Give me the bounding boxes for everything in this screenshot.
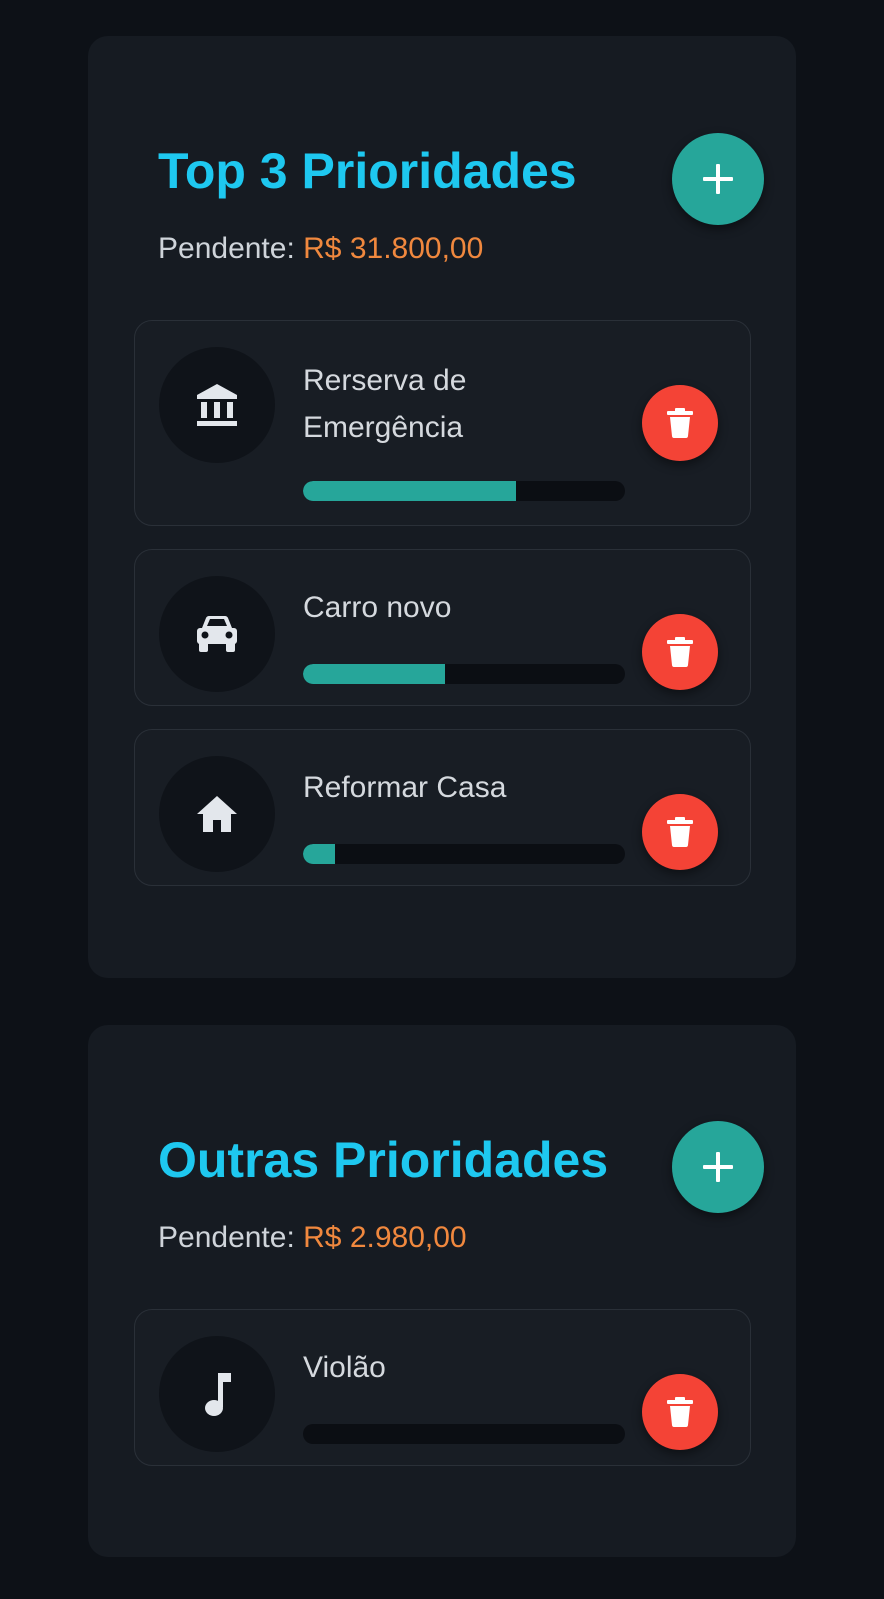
top-goal-list: Rerserva de Emergência Carro novo Reform… bbox=[134, 320, 751, 909]
goal-progress-fill bbox=[303, 844, 336, 864]
goal-icon-circle bbox=[159, 576, 275, 692]
home-icon bbox=[197, 796, 237, 832]
goal-name: Rerserva de Emergência bbox=[303, 364, 467, 444]
top-pending-value: R$ 31.800,00 bbox=[303, 232, 484, 265]
goal-progress-bar bbox=[303, 664, 625, 684]
top-pending-label: Pendente: bbox=[158, 232, 295, 265]
delete-goal-button[interactable] bbox=[642, 385, 718, 461]
other-add-button[interactable] bbox=[672, 1121, 764, 1213]
trash-icon bbox=[667, 1397, 693, 1427]
trash-icon bbox=[667, 817, 693, 847]
other-priorities-title: Outras Prioridades bbox=[158, 1132, 609, 1188]
goal-icon-circle bbox=[159, 756, 275, 872]
top-priorities-title: Top 3 Prioridades bbox=[158, 143, 577, 199]
other-pending-value: R$ 2.980,00 bbox=[303, 1221, 467, 1254]
trash-icon bbox=[667, 408, 693, 438]
goal-progress-bar bbox=[303, 481, 625, 501]
other-priorities-panel: Outras Prioridades Pendente: R$ 2.980,00… bbox=[88, 1025, 796, 1557]
music-note-icon bbox=[205, 1373, 231, 1416]
goal-progress-bar bbox=[303, 1424, 625, 1444]
goal-icon-circle bbox=[159, 347, 275, 463]
goal-progress-fill bbox=[303, 664, 445, 684]
delete-goal-button[interactable] bbox=[642, 614, 718, 690]
goal-card-new-car[interactable]: Carro novo bbox=[134, 549, 751, 706]
goal-progress-fill bbox=[303, 481, 516, 501]
goal-name: Violão bbox=[303, 1351, 386, 1384]
delete-goal-button[interactable] bbox=[642, 1374, 718, 1450]
goal-progress-bar bbox=[303, 844, 625, 864]
other-pending-label: Pendente: bbox=[158, 1221, 295, 1254]
delete-goal-button[interactable] bbox=[642, 794, 718, 870]
goal-card-home-renovation[interactable]: Reformar Casa bbox=[134, 729, 751, 886]
goal-card-guitar[interactable]: Violão bbox=[134, 1309, 751, 1466]
other-pending: Pendente: R$ 2.980,00 bbox=[158, 1223, 467, 1253]
goal-name: Reformar Casa bbox=[303, 771, 507, 804]
bank-icon bbox=[197, 384, 237, 426]
trash-icon bbox=[667, 637, 693, 667]
plus-icon bbox=[703, 1152, 733, 1182]
top-pending: Pendente: R$ 31.800,00 bbox=[158, 234, 483, 264]
plus-icon bbox=[703, 164, 733, 194]
top-add-button[interactable] bbox=[672, 133, 764, 225]
car-icon bbox=[197, 616, 237, 652]
top-priorities-panel: Top 3 Prioridades Pendente: R$ 31.800,00… bbox=[88, 36, 796, 978]
goal-card-emergency-reserve[interactable]: Rerserva de Emergência bbox=[134, 320, 751, 526]
other-goal-list: Violão bbox=[134, 1309, 751, 1489]
goal-name: Carro novo bbox=[303, 591, 452, 624]
goal-icon-circle bbox=[159, 1336, 275, 1452]
